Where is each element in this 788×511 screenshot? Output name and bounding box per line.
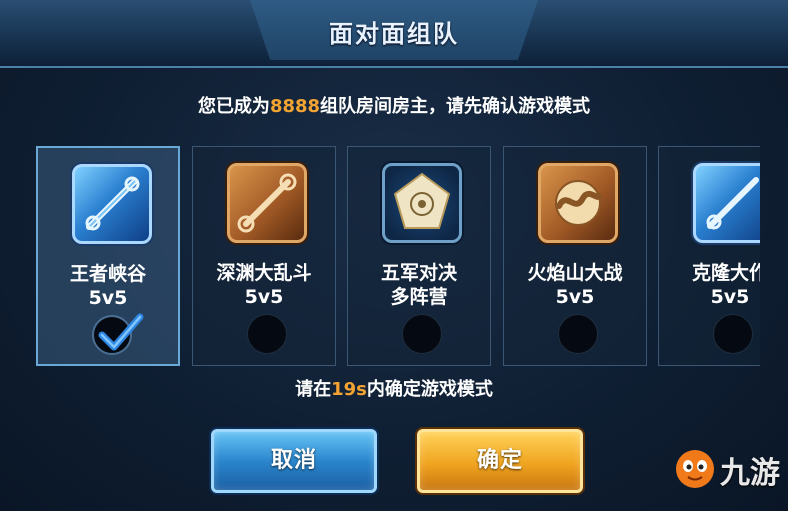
mode-sub: 5v5 <box>710 286 750 308</box>
mode-radio[interactable] <box>558 314 598 354</box>
mode-sub: 5v5 <box>88 287 128 309</box>
bone-icon <box>227 163 307 243</box>
mode-radio[interactable] <box>402 314 442 354</box>
mode-card-flame-mountain[interactable]: 火焰山大战 5v5 <box>503 146 647 366</box>
mode-radio[interactable] <box>713 314 753 354</box>
mode-radio-checked[interactable] <box>92 313 144 355</box>
timer-prefix: 请在 <box>295 379 332 400</box>
mode-card-king-canyon[interactable]: 王者峡谷 5v5 <box>36 146 180 366</box>
countdown-prompt: 请在19s内确定游戏模式 <box>0 375 788 401</box>
watermark-text: 九游 <box>720 456 780 491</box>
jiuyou-logo-icon <box>676 450 714 488</box>
mode-card-abyss-brawl[interactable]: 深渊大乱斗 5v5 <box>192 146 336 366</box>
sword-icon <box>693 163 760 243</box>
cancel-button[interactable]: 取消 <box>211 429 377 493</box>
mode-radio[interactable] <box>247 314 287 354</box>
mode-sub: 5v5 <box>555 286 595 308</box>
mode-sub: 5v5 <box>244 286 284 308</box>
swirl-emblem-icon <box>538 163 618 243</box>
mode-name: 火焰山大战 <box>527 262 623 284</box>
confirm-button[interactable]: 确定 <box>417 429 583 493</box>
pentagon-emblem-icon <box>382 163 462 243</box>
mode-name: 深渊大乱斗 <box>216 262 312 284</box>
mode-card-five-army[interactable]: 五军对决 多阵营 <box>347 146 491 366</box>
mode-name: 王者峡谷 <box>69 263 146 285</box>
jiuyou-watermark: 九游 <box>672 440 784 496</box>
mode-name: 五军对决 <box>380 262 457 284</box>
team-mode-dialog: 面对面组队 您已成为8888组队房间房主，请先确认游戏模式 王者峡谷 5v5 深… <box>0 0 788 511</box>
sword-icon <box>72 164 152 244</box>
mode-sub: 多阵营 <box>390 286 448 308</box>
mode-card-clone-battle[interactable]: 克隆 克隆大作 5v5 <box>658 146 760 366</box>
countdown-seconds: 19s <box>331 379 367 400</box>
mode-list: 王者峡谷 5v5 深渊大乱斗 5v5 五军对决 多阵营 火焰山大战 5v5 克隆… <box>0 0 760 400</box>
timer-suffix: 内确定游戏模式 <box>366 379 493 400</box>
checkmark-icon <box>98 313 144 351</box>
mode-name: 克隆大作 <box>691 262 760 284</box>
